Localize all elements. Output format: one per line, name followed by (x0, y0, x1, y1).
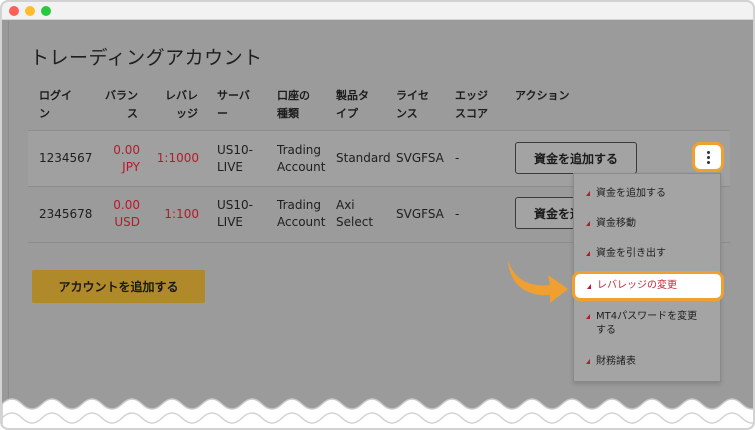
table-cell-leverage: 1:1000 (156, 151, 199, 165)
menu-item-financial-statements[interactable]: 財務諸表 (586, 355, 714, 369)
actions-dropdown-menu: 資金を追加する 資金移動 資金を引き出す レバレッジの変更 MT4パスワードを変… (572, 173, 724, 382)
table-cell-edge-score: - (455, 151, 460, 165)
wavy-edge (2, 398, 753, 428)
close-window-icon[interactable] (9, 6, 19, 16)
header-leverage: レバレ ッジ (165, 89, 198, 120)
table-cell-license: SVGFSA (396, 207, 444, 221)
header-license: ライセ ンス (396, 89, 429, 120)
header-action: アクション (515, 89, 570, 102)
menu-item-change-mt4-password[interactable]: MT4パスワードを変更 する (586, 310, 714, 338)
menu-item-add-funds[interactable]: 資金を追加する (586, 187, 714, 201)
kebab-vertical-icon (706, 150, 710, 154)
table-cell-product-type: Standard (336, 151, 391, 165)
table-cell-server: US10- LIVE (217, 143, 253, 174)
add-funds-button[interactable]: 資金を追加する (515, 197, 575, 229)
bullet-icon (586, 250, 590, 256)
bullet-icon (586, 313, 590, 319)
curved-arrow-icon (508, 261, 568, 303)
header-login: ログイン (39, 89, 72, 120)
bullet-icon (587, 283, 591, 289)
menu-item-withdraw-funds[interactable]: 資金を引き出す (586, 247, 714, 261)
table-cell-login: 2345678 (39, 207, 93, 221)
table-cell-leverage: 1:100 (164, 207, 199, 221)
menu-item-transfer-funds[interactable]: 資金移動 (586, 217, 714, 231)
window-titlebar (2, 2, 753, 20)
header-balance: バランス (105, 89, 138, 120)
bullet-icon (586, 220, 590, 226)
table-cell-account-type: Trading Account (277, 143, 326, 174)
table-cell-product-type: Axi Select (336, 198, 374, 229)
table-cell-server: US10- LIVE (217, 198, 253, 229)
add-funds-button[interactable]: 資金を追加する (515, 142, 637, 174)
page-title: トレーディングアカウント (30, 47, 263, 69)
table-cell-balance: 0.00 USD (113, 198, 140, 229)
table-cell-balance: 0.00 JPY (113, 143, 140, 174)
bullet-icon (586, 358, 590, 364)
menu-item-change-leverage[interactable]: レバレッジの変更 (572, 271, 724, 301)
header-edge-score: エッジ スコア (455, 89, 488, 120)
bullet-icon (586, 190, 590, 196)
table-cell-license: SVGFSA (396, 151, 444, 165)
table-cell-login: 1234567 (39, 151, 93, 165)
more-actions-button[interactable] (692, 142, 724, 172)
header-account-type: 口座の 種類 (277, 89, 310, 120)
header-product-type: 製品タ イプ (336, 89, 369, 120)
header-server: サーバー (217, 89, 250, 120)
add-account-button[interactable]: アカウントを追加する (32, 270, 205, 303)
minimize-window-icon[interactable] (25, 6, 35, 16)
table-cell-edge-score: - (455, 207, 460, 221)
maximize-window-icon[interactable] (41, 6, 51, 16)
browser-window: トレーディングアカウント ログイン バランス レバレ ッジ サーバー 口座の 種類 … (0, 0, 755, 430)
table-cell-account-type: Trading Account (277, 198, 326, 229)
